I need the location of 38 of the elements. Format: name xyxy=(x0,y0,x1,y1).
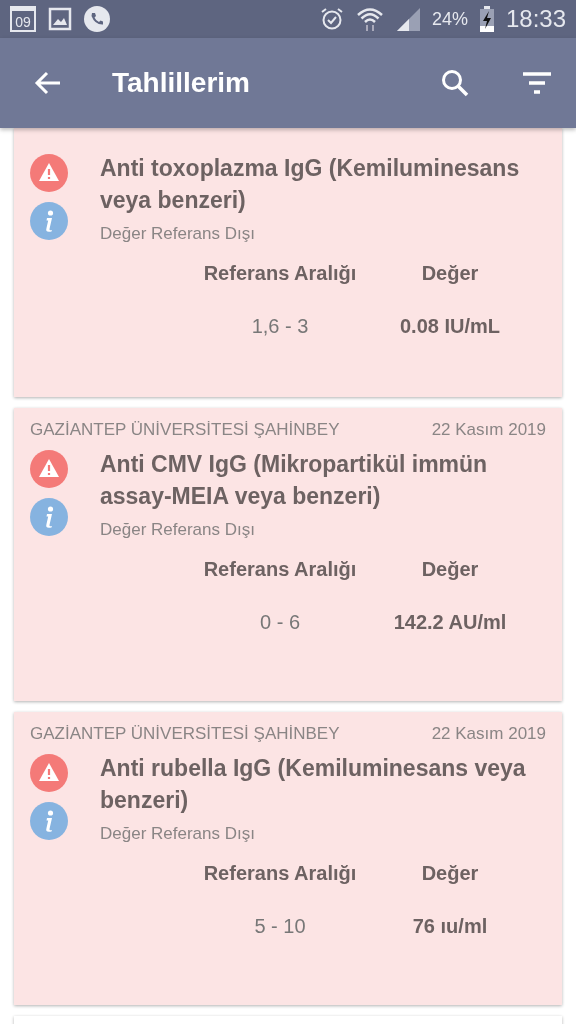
filter-icon xyxy=(522,71,552,95)
back-arrow-icon xyxy=(34,69,62,97)
screen-title: Tahlillerim xyxy=(112,67,251,99)
info-icon[interactable] xyxy=(30,802,68,840)
info-icon[interactable] xyxy=(30,202,68,240)
phone-icon xyxy=(84,6,110,32)
image-icon xyxy=(48,7,72,31)
hospital-name: GAZİANTEP ÜNİVERSİTESİ ŞAHİNBEY xyxy=(30,420,340,440)
alarm-clock-icon xyxy=(319,7,344,31)
test-name: Anti toxoplazma IgG (Kemiluminesans veya benzeri) xyxy=(100,154,521,215)
reference-range: 0 - 6 xyxy=(259,611,301,634)
column-header: Referans Aralığı xyxy=(202,861,358,886)
result-status: Değer Referans Dışı xyxy=(100,224,256,244)
result-date: 22 Kasım 2019 xyxy=(431,420,546,440)
battery-percent: 24% xyxy=(431,8,468,30)
column-header: Değer xyxy=(420,557,480,582)
result-value: 76 ıu/ml xyxy=(411,915,489,938)
column-header: Değer xyxy=(420,861,480,886)
clock-time: 18:33 xyxy=(505,5,566,33)
wifi-icon xyxy=(355,6,384,32)
battery-charging-icon xyxy=(479,6,494,32)
result-status: Değer Referans Dışı xyxy=(100,520,256,540)
search-icon xyxy=(440,68,470,98)
column-header: Referans Aralığı xyxy=(202,557,358,582)
column-header: Değer xyxy=(420,261,480,286)
calendar-day: 09 xyxy=(15,15,31,30)
signal-icon xyxy=(395,7,420,31)
column-header: Referans Aralığı xyxy=(202,261,358,286)
result-value: 142.2 AU/ml xyxy=(392,611,508,634)
reference-range: 5 - 10 xyxy=(253,915,307,938)
result-date: 22 Kasım 2019 xyxy=(431,724,546,744)
reference-range: 1,6 - 3 xyxy=(250,315,310,338)
hospital-name: GAZİANTEP ÜNİVERSİTESİ ŞAHİNBEY xyxy=(30,724,340,744)
test-name: Anti CMV IgG (Mikropartikül immün assay-MEIA veya benzeri) xyxy=(100,450,489,511)
result-status: Değer Referans Dışı xyxy=(100,824,256,844)
test-name: Anti rubella IgG (Kemiluminesans veya benzeri) xyxy=(100,754,527,815)
info-icon[interactable] xyxy=(30,498,68,536)
result-value: 0.08 IU/mL xyxy=(398,315,501,338)
